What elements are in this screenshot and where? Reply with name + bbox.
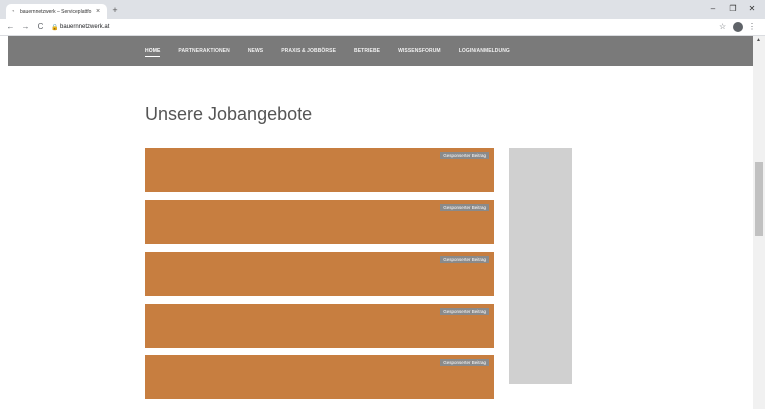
nav-item-partneraktionen[interactable]: PARTNERAKTIONEN (178, 48, 229, 54)
sidebar-ad-placeholder (509, 148, 572, 384)
minimize-icon[interactable]: – (706, 3, 720, 15)
sponsored-badge: Gesponserter Beitrag (440, 308, 489, 315)
browser-tab[interactable]: ◔ bauernnetzwerk – Serviceplattfo × (6, 4, 107, 19)
page-title: Unsere Jobangebote (145, 104, 313, 124)
reload-icon[interactable]: C (35, 21, 46, 33)
profile-avatar[interactable] (733, 22, 743, 32)
bookmark-star-icon[interactable]: ☆ (719, 21, 726, 33)
sponsored-badge: Gesponserter Beitrag (440, 204, 489, 211)
job-card[interactable]: Gesponserter Beitrag (145, 355, 494, 399)
nav-item-login[interactable]: LOGIN/ANMELDUNG (459, 48, 510, 54)
tab-title: bauernnetzwerk – Serviceplattfo (20, 8, 92, 15)
tab-close-icon[interactable]: × (94, 8, 102, 15)
job-card[interactable]: Gesponserter Beitrag (145, 148, 494, 192)
job-card[interactable]: Gesponserter Beitrag (145, 304, 494, 348)
job-card[interactable]: Gesponserter Beitrag (145, 252, 494, 296)
address-bar[interactable]: 🔒 bauernnetzwerk.at (51, 21, 711, 33)
restore-icon[interactable]: ❐ (726, 3, 740, 15)
forward-icon[interactable]: → (20, 21, 31, 33)
nav-item-news[interactable]: NEWS (248, 48, 263, 54)
close-window-icon[interactable]: ✕ (745, 3, 759, 15)
url-text[interactable]: bauernnetzwerk.at (60, 24, 109, 30)
tab-favicon-icon: ◔ (11, 8, 15, 15)
sponsored-badge: Gesponserter Beitrag (440, 256, 489, 263)
nav-item-praxis-jobboerse[interactable]: PRAXIS & JOBBÖRSE (281, 48, 336, 54)
sponsored-badge: Gesponserter Beitrag (440, 359, 489, 366)
nav-item-home[interactable]: HOME (145, 48, 161, 57)
main-nav: HOME PARTNERAKTIONEN NEWS PRAXIS & JOBBÖ… (145, 36, 528, 66)
browser-tabstrip: ◔ bauernnetzwerk – Serviceplattfo × + – … (0, 0, 765, 19)
sponsored-badge: Gesponserter Beitrag (440, 152, 489, 159)
lock-icon: 🔒 (51, 24, 59, 31)
nav-item-wissensforum[interactable]: WISSENSFORUM (398, 48, 441, 54)
back-icon[interactable]: ← (5, 21, 16, 33)
browser-toolbar: ← → C 🔒 bauernnetzwerk.at ☆ ⋮ (0, 19, 765, 36)
browser-menu-icon[interactable]: ⋮ (748, 21, 756, 33)
page-viewport: HOME PARTNERAKTIONEN NEWS PRAXIS & JOBBÖ… (0, 36, 753, 409)
job-card[interactable]: Gesponserter Beitrag (145, 200, 494, 244)
scrollbar-thumb[interactable] (755, 162, 763, 236)
nav-item-betriebe[interactable]: BETRIEBE (354, 48, 380, 54)
new-tab-button[interactable]: + (110, 4, 120, 16)
scroll-up-icon[interactable]: ▲ (756, 37, 761, 43)
page-scrollbar[interactable]: ▲ (753, 36, 765, 409)
